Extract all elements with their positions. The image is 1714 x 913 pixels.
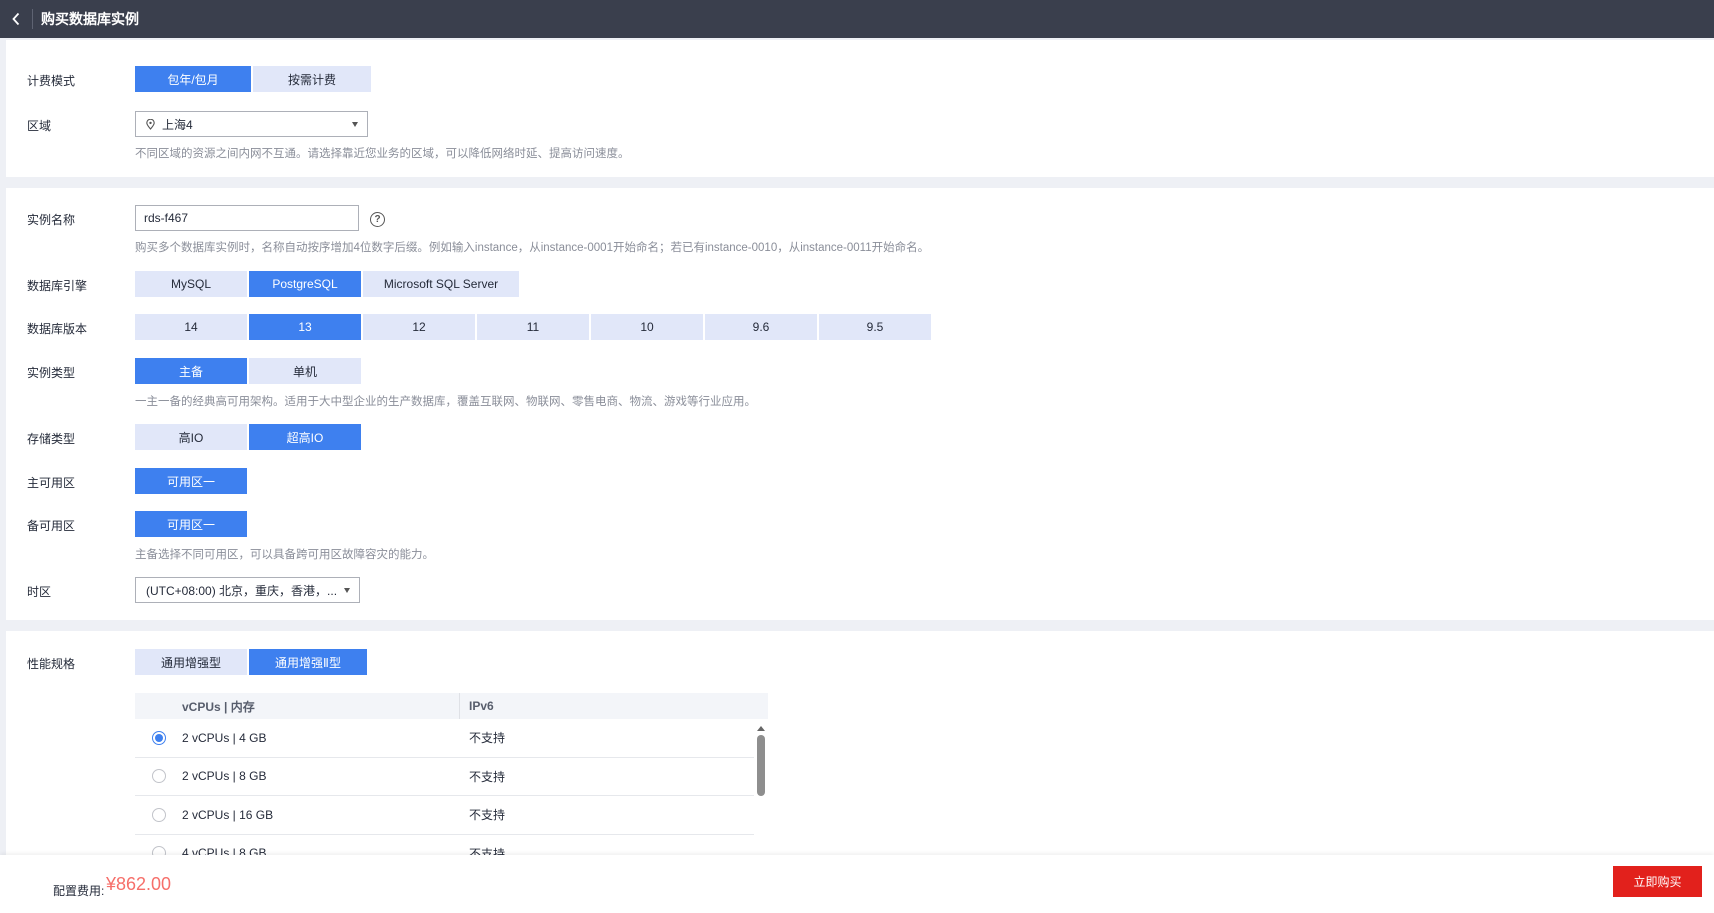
region-row: 区域 上海4: [6, 111, 1714, 137]
standby-az-option-1[interactable]: 可用区一: [135, 511, 247, 537]
billing-mode-selector: 包年/包月 按需计费: [135, 66, 373, 92]
timezone-row: 时区 (UTC+08:00) 北京，重庆，香港，...: [6, 577, 1714, 603]
billing-region-panel: 计费模式 包年/包月 按需计费 区域 上海4 不同区域的资源之间内网不互通。请选…: [6, 40, 1714, 177]
instance-type-hint: 一主一备的经典高可用架构。适用于大中型企业的生产数据库，覆盖互联网、物联网、零售…: [135, 396, 756, 408]
help-icon[interactable]: ?: [370, 212, 385, 227]
version-option-10[interactable]: 10: [591, 314, 703, 340]
table-row[interactable]: 2 vCPUs | 4 GB 不支持: [135, 719, 754, 758]
spec-cell: 2 vCPUs | 8 GB: [182, 769, 267, 784]
primary-az-label: 主可用区: [27, 476, 76, 490]
flavor-selector: 通用增强型 通用增强Ⅱ型: [135, 649, 369, 675]
version-option-9-6[interactable]: 9.6: [705, 314, 817, 340]
instance-type-selector: 主备 单机: [135, 358, 363, 384]
chevron-down-icon: [344, 588, 350, 593]
column-header-ipv6: IPv6: [469, 699, 494, 713]
page-title: 购买数据库实例: [41, 11, 139, 27]
standby-az-selector: 可用区一: [135, 511, 249, 537]
engine-option-mysql[interactable]: MySQL: [135, 271, 247, 297]
radio-button[interactable]: [152, 730, 166, 745]
timezone-label: 时区: [27, 585, 52, 599]
region-label: 区域: [27, 119, 52, 133]
instance-type-option-ha[interactable]: 主备: [135, 358, 247, 384]
billing-label: 计费模式: [27, 74, 76, 88]
scrollbar-thumb[interactable]: [757, 735, 765, 796]
version-option-9-5[interactable]: 9.5: [819, 314, 931, 340]
radio-button[interactable]: [152, 769, 166, 784]
fee-label: 配置费用:: [53, 884, 105, 898]
billing-option-on-demand[interactable]: 按需计费: [253, 66, 371, 92]
chevron-left-icon: [12, 12, 20, 26]
flavor-label: 性能规格: [27, 657, 76, 671]
flavor-panel: 性能规格 通用增强型 通用增强Ⅱ型 vCPUs | 内存 IPv6 2 vCPU…: [6, 631, 1714, 861]
flavor-option-general-enhanced[interactable]: 通用增强型: [135, 649, 247, 675]
table-header: vCPUs | 内存 IPv6: [135, 693, 768, 719]
version-selector: 14 13 12 11 10 9.6 9.5: [135, 314, 933, 340]
storage-option-ultra-high-io[interactable]: 超高IO: [249, 424, 361, 450]
table-scrollbar[interactable]: [754, 719, 768, 861]
storage-option-high-io[interactable]: 高IO: [135, 424, 247, 450]
instance-type-label: 实例类型: [27, 366, 76, 380]
instance-name-label: 实例名称: [27, 213, 76, 227]
ipv6-cell: 不支持: [469, 769, 506, 784]
billing-option-monthly[interactable]: 包年/包月: [135, 66, 251, 92]
location-pin-icon: [146, 118, 155, 130]
engine-label: 数据库引擎: [27, 279, 88, 293]
timezone-value: (UTC+08:00) 北京，重庆，香港，...: [146, 583, 338, 598]
flavor-table: vCPUs | 内存 IPv6 2 vCPUs | 4 GB 不支持 2 vCP…: [135, 693, 768, 861]
engine-option-sqlserver[interactable]: Microsoft SQL Server: [363, 271, 519, 297]
chevron-down-icon: [352, 122, 358, 127]
footer-bar: 配置费用: ¥862.00 立即购买: [0, 855, 1714, 913]
table-row[interactable]: 2 vCPUs | 8 GB 不支持: [135, 758, 754, 796]
engine-option-postgresql[interactable]: PostgreSQL: [249, 271, 361, 297]
primary-az-selector: 可用区一: [135, 468, 249, 494]
ipv6-cell: 不支持: [469, 808, 506, 823]
standby-az-hint: 主备选择不同可用区，可以具备跨可用区故障容灾的能力。: [135, 549, 434, 561]
flavor-option-general-enhanced-ii[interactable]: 通用增强Ⅱ型: [249, 649, 367, 675]
region-select[interactable]: 上海4: [135, 111, 368, 137]
standby-az-label: 备可用区: [27, 519, 76, 533]
instance-type-option-single[interactable]: 单机: [249, 358, 361, 384]
column-header-spec: vCPUs | 内存: [135, 693, 460, 719]
storage-type-selector: 高IO 超高IO: [135, 424, 363, 450]
instance-config-panel: 实例名称 rds-f467 ? 购买多个数据库实例时，名称自动按序增加4位数字后…: [6, 188, 1714, 620]
version-option-14[interactable]: 14: [135, 314, 247, 340]
timezone-select[interactable]: (UTC+08:00) 北京，重庆，香港，...: [135, 577, 360, 603]
scroll-up-arrow-icon[interactable]: [757, 726, 765, 731]
version-label: 数据库版本: [27, 322, 88, 336]
primary-az-option-1[interactable]: 可用区一: [135, 468, 247, 494]
ipv6-cell: 不支持: [469, 731, 506, 746]
top-bar: 购买数据库实例: [0, 0, 1714, 38]
version-option-11[interactable]: 11: [477, 314, 589, 340]
back-button[interactable]: [0, 0, 32, 38]
region-value: 上海4: [162, 117, 193, 132]
divider: [32, 9, 33, 29]
table-row[interactable]: 2 vCPUs | 16 GB 不支持: [135, 796, 754, 835]
engine-selector: MySQL PostgreSQL Microsoft SQL Server: [135, 271, 521, 297]
version-option-13[interactable]: 13: [249, 314, 361, 340]
version-option-12[interactable]: 12: [363, 314, 475, 340]
buy-now-button[interactable]: 立即购买: [1613, 866, 1702, 897]
spec-cell: 2 vCPUs | 4 GB: [182, 730, 267, 745]
radio-button[interactable]: [152, 807, 166, 822]
instance-name-input[interactable]: rds-f467: [135, 205, 359, 231]
storage-type-label: 存储类型: [27, 432, 76, 446]
spec-cell: 2 vCPUs | 16 GB: [182, 807, 274, 822]
region-hint: 不同区域的资源之间内网不互通。请选择靠近您业务的区域，可以降低网络时延、提高访问…: [135, 148, 630, 160]
instance-name-hint: 购买多个数据库实例时，名称自动按序增加4位数字后缀。例如输入instance，从…: [135, 242, 930, 254]
fee-value: ¥862.00: [106, 874, 172, 894]
